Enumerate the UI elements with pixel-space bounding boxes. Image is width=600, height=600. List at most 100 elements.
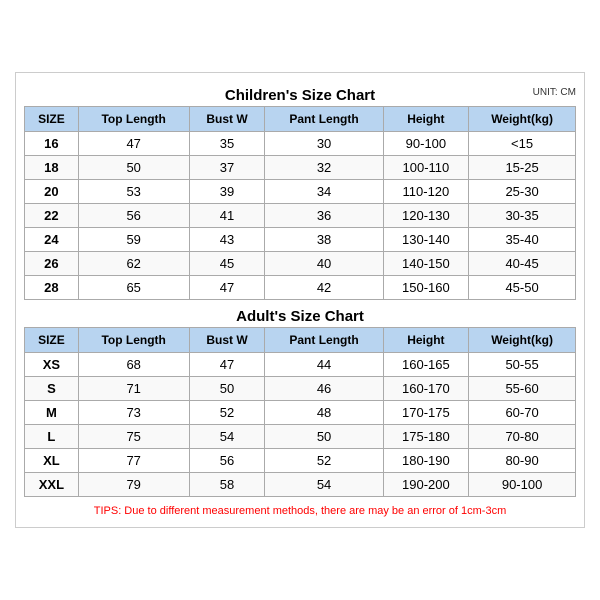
- children-data-row: 28654742150-16045-50: [25, 276, 576, 300]
- children-cell: 62: [78, 252, 189, 276]
- adult-cell: XXL: [25, 473, 79, 497]
- adult-cell: 180-190: [383, 449, 469, 473]
- adult-cell: 73: [78, 401, 189, 425]
- children-cell: 36: [265, 204, 383, 228]
- children-cell: 130-140: [383, 228, 469, 252]
- children-cell: 22: [25, 204, 79, 228]
- children-cell: 43: [189, 228, 265, 252]
- adult-cell: 90-100: [469, 473, 576, 497]
- adult-col-pant-length: Pant Length: [265, 328, 383, 353]
- adult-data-row: XXL795854190-20090-100: [25, 473, 576, 497]
- adult-cell: 52: [265, 449, 383, 473]
- children-cell: 35-40: [469, 228, 576, 252]
- adult-cell: 54: [265, 473, 383, 497]
- children-col-height: Height: [383, 107, 469, 132]
- tips-text: TIPS: Due to different measurement metho…: [24, 503, 576, 519]
- adult-data-row: M735248170-17560-70: [25, 401, 576, 425]
- children-col-bust: Bust W: [189, 107, 265, 132]
- children-cell: 35: [189, 132, 265, 156]
- children-data-row: 22564136120-13030-35: [25, 204, 576, 228]
- children-data-row: 1647353090-100<15: [25, 132, 576, 156]
- adult-cell: 50: [189, 377, 265, 401]
- unit-label: UNIT: CM: [533, 87, 576, 98]
- children-cell: 18: [25, 156, 79, 180]
- children-cell: 24: [25, 228, 79, 252]
- adult-size-table: SIZE Top Length Bust W Pant Length Heigh…: [24, 327, 576, 497]
- adult-cell: 190-200: [383, 473, 469, 497]
- children-data-row: 20533934110-12025-30: [25, 180, 576, 204]
- adult-cell: XL: [25, 449, 79, 473]
- children-cell: 140-150: [383, 252, 469, 276]
- children-cell: 40-45: [469, 252, 576, 276]
- adult-title-text: Adult's Size Chart: [236, 308, 364, 325]
- children-cell: 26: [25, 252, 79, 276]
- adult-col-height: Height: [383, 328, 469, 353]
- children-section-title: Children's Size Chart UNIT: CM: [24, 81, 576, 106]
- adult-section-title: Adult's Size Chart: [24, 304, 576, 327]
- children-cell: 56: [78, 204, 189, 228]
- adult-data-row: L755450175-18070-80: [25, 425, 576, 449]
- children-cell: 47: [189, 276, 265, 300]
- children-cell: 100-110: [383, 156, 469, 180]
- adult-cell: 52: [189, 401, 265, 425]
- children-cell: 25-30: [469, 180, 576, 204]
- adult-cell: M: [25, 401, 79, 425]
- adult-col-top-length: Top Length: [78, 328, 189, 353]
- adult-cell: 70-80: [469, 425, 576, 449]
- adult-cell: 58: [189, 473, 265, 497]
- children-cell: 40: [265, 252, 383, 276]
- adult-cell: 75: [78, 425, 189, 449]
- children-cell: 38: [265, 228, 383, 252]
- children-cell: 20: [25, 180, 79, 204]
- children-data-row: 18503732100-11015-25: [25, 156, 576, 180]
- adult-cell: 46: [265, 377, 383, 401]
- children-col-top-length: Top Length: [78, 107, 189, 132]
- adult-cell: 71: [78, 377, 189, 401]
- children-cell: 50: [78, 156, 189, 180]
- adult-cell: 50: [265, 425, 383, 449]
- adult-cell: 68: [78, 353, 189, 377]
- children-cell: 65: [78, 276, 189, 300]
- adult-cell: 44: [265, 353, 383, 377]
- children-cell: 120-130: [383, 204, 469, 228]
- adult-data-row: S715046160-17055-60: [25, 377, 576, 401]
- adult-data-row: XS684744160-16550-55: [25, 353, 576, 377]
- children-cell: 150-160: [383, 276, 469, 300]
- children-cell: 15-25: [469, 156, 576, 180]
- adult-col-size: SIZE: [25, 328, 79, 353]
- adult-cell: 54: [189, 425, 265, 449]
- children-cell: 32: [265, 156, 383, 180]
- children-col-weight: Weight(kg): [469, 107, 576, 132]
- adult-cell: 160-165: [383, 353, 469, 377]
- children-cell: 30: [265, 132, 383, 156]
- adult-cell: S: [25, 377, 79, 401]
- adult-cell: 56: [189, 449, 265, 473]
- adult-cell: 175-180: [383, 425, 469, 449]
- children-cell: 34: [265, 180, 383, 204]
- children-cell: 45: [189, 252, 265, 276]
- children-cell: 42: [265, 276, 383, 300]
- adult-cell: 80-90: [469, 449, 576, 473]
- children-col-pant-length: Pant Length: [265, 107, 383, 132]
- adult-cell: 79: [78, 473, 189, 497]
- adult-col-weight: Weight(kg): [469, 328, 576, 353]
- adult-cell: 47: [189, 353, 265, 377]
- children-cell: 41: [189, 204, 265, 228]
- children-cell: 53: [78, 180, 189, 204]
- children-cell: 39: [189, 180, 265, 204]
- adult-cell: 48: [265, 401, 383, 425]
- children-cell: 30-35: [469, 204, 576, 228]
- children-data-row: 26624540140-15040-45: [25, 252, 576, 276]
- adult-cell: 170-175: [383, 401, 469, 425]
- adult-cell: XS: [25, 353, 79, 377]
- adult-data-row: XL775652180-19080-90: [25, 449, 576, 473]
- children-size-table: SIZE Top Length Bust W Pant Length Heigh…: [24, 106, 576, 300]
- adult-cell: 160-170: [383, 377, 469, 401]
- size-chart-container: Children's Size Chart UNIT: CM SIZE Top …: [15, 72, 585, 528]
- children-cell: 47: [78, 132, 189, 156]
- adult-cell: 50-55: [469, 353, 576, 377]
- children-data-row: 24594338130-14035-40: [25, 228, 576, 252]
- children-col-size: SIZE: [25, 107, 79, 132]
- adult-cell: 55-60: [469, 377, 576, 401]
- children-cell: <15: [469, 132, 576, 156]
